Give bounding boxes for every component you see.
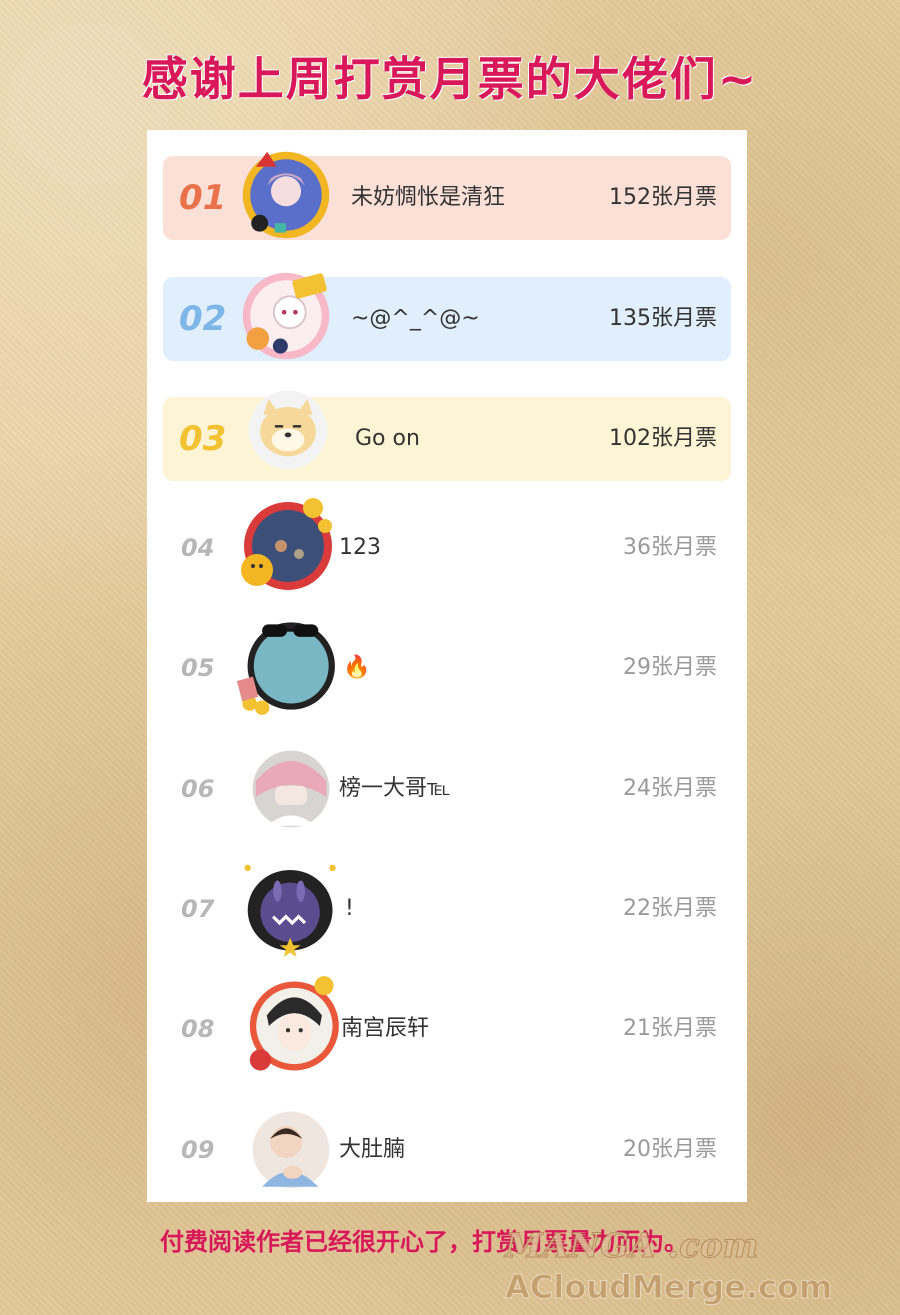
user-name: Go on (355, 426, 420, 451)
ticket-count: 29张月票 (623, 655, 717, 680)
ticket-count: 24张月票 (623, 776, 717, 801)
ranking-row-3[interactable]: 03 Go on 102张月票 (163, 390, 731, 481)
rank-number: 04 (181, 534, 215, 562)
lucky-cat-avatar-icon[interactable] (233, 496, 333, 596)
anime-girl-avatar-icon[interactable] (239, 269, 333, 363)
user-name: 🔥 (343, 655, 371, 680)
rank-number: 09 (181, 1136, 215, 1164)
rank-number: 07 (181, 895, 215, 923)
anime-character-avatar-icon[interactable] (235, 973, 341, 1079)
penguin-avatar-icon[interactable] (235, 853, 341, 959)
user-name: ! (345, 896, 354, 921)
ranking-row-6[interactable]: 06 榜一大哥℡ 24张月票 (163, 747, 731, 831)
ticket-count: 102张月票 (609, 426, 717, 451)
ticket-count: 152张月票 (609, 185, 717, 210)
ticket-count: 22张月票 (623, 896, 717, 921)
anime-boy-avatar-icon[interactable] (239, 148, 333, 242)
ranking-row-7[interactable]: 07 ! 22张月票 (163, 864, 731, 957)
sunglasses-avatar-icon[interactable] (233, 614, 337, 718)
watermark-line-2: ACloudMerge.com (504, 1268, 833, 1307)
shiba-dog-avatar-icon[interactable] (247, 389, 329, 471)
ranking-row-4[interactable]: 04 123 36张月票 (163, 498, 731, 590)
ranking-row-5[interactable]: 05 🔥 29张月票 (163, 622, 731, 715)
user-name: 大肚腩 (339, 1137, 406, 1162)
ranking-row-2[interactable]: 02 ~@^_^@~ 135张月票 (163, 272, 731, 361)
ranking-row-8[interactable]: 08 南宫辰轩 21张月票 (163, 976, 731, 1071)
ticket-count: 36张月票 (623, 535, 717, 560)
rank-number: 08 (181, 1015, 215, 1043)
rank-number: 02 (179, 299, 227, 339)
user-name: 未妨惆怅是清狂 (351, 185, 506, 210)
ticket-count: 135张月票 (609, 306, 717, 331)
ticket-count: 21张月票 (623, 1016, 717, 1041)
user-name: 123 (339, 535, 381, 560)
ticket-count: 20张月票 (623, 1137, 717, 1162)
page-title: 感谢上周打赏月票的大佬们~ (141, 52, 759, 106)
ranking-panel: 01 未妨惆怅是清狂 152张月票 02 ~@^_^@~ 135张月票 03 G… (147, 130, 747, 1202)
ranking-row-9[interactable]: 09 大肚腩 20张月票 (163, 1108, 731, 1192)
watermark-line-1: MANGA .com (505, 1226, 760, 1267)
rank-number: 01 (179, 178, 227, 218)
user-name: 南宫辰轩 (341, 1016, 430, 1041)
user-name: 榜一大哥℡ (339, 776, 451, 801)
user-name: ~@^_^@~ (351, 306, 480, 331)
ranking-row-1[interactable]: 01 未妨惆怅是清狂 152张月票 (163, 151, 731, 240)
rank-number: 03 (179, 419, 227, 459)
pink-hair-avatar-icon[interactable] (251, 749, 331, 829)
rank-number: 06 (181, 775, 215, 803)
baby-avatar-icon[interactable] (251, 1110, 331, 1190)
rank-number: 05 (181, 654, 215, 682)
